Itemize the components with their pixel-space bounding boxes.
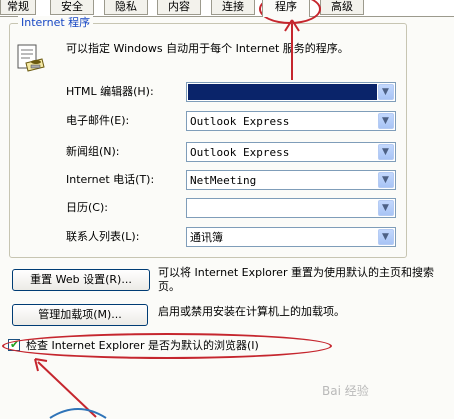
dropdown-arrow-icon[interactable]: ▼ (378, 113, 394, 129)
group-description: 可以指定 Windows 自动用于每个 Internet 服务的程序。 (66, 42, 349, 55)
dropdown-arrow-icon[interactable]: ▼ (378, 229, 394, 245)
group-title: Internet 程序 (18, 16, 94, 29)
select-value: Outlook Express (190, 146, 290, 159)
programs-icon (17, 44, 45, 72)
internet-call-label: Internet 电话(T): (66, 173, 155, 186)
selection-highlight (188, 84, 377, 100)
tab-content[interactable]: 内容 (157, 0, 201, 15)
tab-advanced[interactable]: 高级 (320, 0, 364, 15)
tab-label: 隐私 (115, 0, 137, 13)
newsgroups-label: 新闻组(N): (66, 145, 120, 158)
newsgroups-select[interactable]: Outlook Express ▼ (186, 142, 396, 162)
addons-description: 启用或禁用安装在计算机上的加载项。 (158, 305, 345, 318)
calendar-select[interactable]: ▼ (186, 198, 396, 218)
tab-security[interactable]: 安全 (50, 0, 94, 15)
select-value: Outlook Express (190, 115, 290, 128)
dropdown-arrow-icon[interactable]: ▼ (378, 172, 394, 188)
internet-programs-group (9, 23, 407, 258)
contacts-select[interactable]: 通讯簿 ▼ (186, 227, 396, 247)
tab-connections[interactable]: 连接 (211, 0, 255, 15)
tab-label: 常规 (7, 0, 29, 13)
tab-privacy[interactable]: 隐私 (104, 0, 148, 15)
tab-label: 安全 (61, 0, 83, 13)
reset-web-description: 可以将 Internet Explorer 重置为使用默认的主页和搜索页。 (158, 266, 434, 293)
tab-label: 程序 (275, 0, 297, 13)
html-editor-select[interactable]: ▼ (186, 82, 396, 102)
email-select[interactable]: Outlook Express ▼ (186, 111, 396, 131)
dropdown-arrow-icon[interactable]: ▼ (378, 144, 394, 160)
tab-programs[interactable]: 程序 (262, 0, 310, 17)
email-label: 电子邮件(E): (66, 114, 130, 127)
tab-label: 连接 (222, 0, 244, 13)
annotation-curve-icon (49, 408, 107, 419)
contacts-label: 联系人列表(L): (66, 230, 140, 243)
select-value: NetMeeting (190, 174, 257, 187)
select-value: 通讯簿 (190, 231, 223, 244)
dropdown-arrow-icon[interactable]: ▼ (378, 200, 394, 216)
reset-web-settings-button[interactable]: 重置 Web 设置(R)... (12, 269, 150, 291)
internet-call-select[interactable]: NetMeeting ▼ (186, 170, 396, 190)
manage-addons-button[interactable]: 管理加载项(M)... (12, 304, 148, 326)
dropdown-arrow-icon[interactable]: ▼ (378, 84, 394, 100)
tab-general[interactable]: 常规 (0, 0, 36, 15)
tab-label: 高级 (331, 0, 353, 13)
calendar-label: 日历(C): (66, 201, 108, 214)
tab-label: 内容 (168, 0, 190, 13)
tab-strip: 常规 安全 隐私 内容 连接 程序 高级 (0, 0, 454, 17)
html-editor-label: HTML 编辑器(H): (66, 85, 154, 98)
annotation-arrow-up-icon (284, 19, 300, 80)
watermark: Bai 经验 (322, 384, 369, 398)
